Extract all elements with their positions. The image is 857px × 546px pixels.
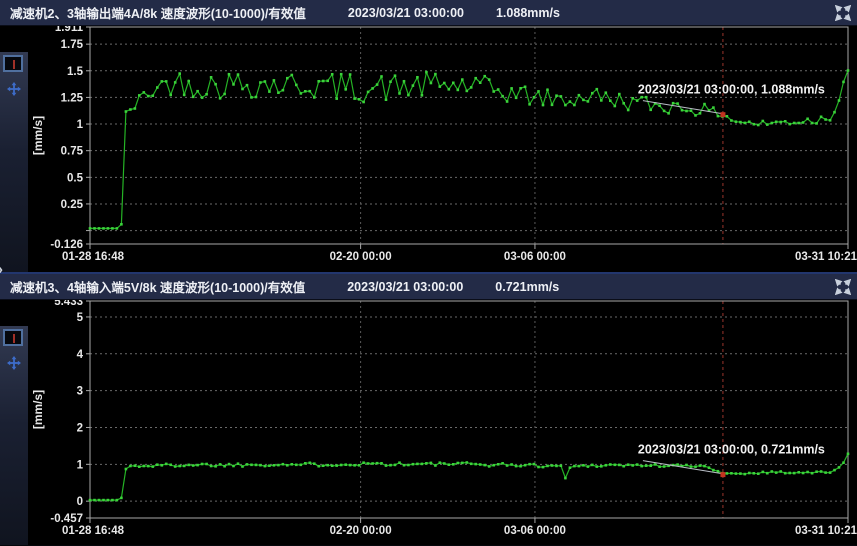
panel-header-2: 减速机3、4轴输入端5V/8k 速度波形(10-1000)/有效值 2023/0… xyxy=(0,274,857,300)
svg-text:01-28 16:48: 01-28 16:48 xyxy=(62,251,125,263)
svg-text:1.911: 1.911 xyxy=(55,26,84,34)
svg-text:0: 0 xyxy=(77,496,83,508)
chart-area-2: 5.433 5 4 3 2 1 0 -0.45701-28 16:48 02-20 00:00 0… xyxy=(0,300,857,545)
trend-chart[interactable]: 5.433 5 4 3 2 1 0 -0.45701-28 16:48 02-20 00:00 0… xyxy=(28,300,857,546)
chart-thumbnail-icon[interactable] xyxy=(3,329,23,346)
cursor-value: 1.088mm/s xyxy=(496,6,560,20)
expand-icon[interactable] xyxy=(835,5,851,21)
svg-text:4: 4 xyxy=(77,349,84,361)
cursor-datetime: 2023/03/21 03:00:00 xyxy=(348,6,464,20)
svg-text:02-20 00:00: 02-20 00:00 xyxy=(330,525,392,537)
channel-title: 减速机2、3轴输出端4A/8k 速度波形(10-1000)/有效值 xyxy=(10,3,306,22)
svg-text:-0.126: -0.126 xyxy=(50,239,83,251)
pan-move-icon[interactable] xyxy=(7,356,21,370)
svg-text:[mm/s]: [mm/s] xyxy=(31,116,45,155)
chart-thumbnail-icon[interactable] xyxy=(3,55,23,72)
trend-panel-1: 减速机2、3轴输出端4A/8k 速度波形(10-1000)/有效值 2023/0… xyxy=(0,0,857,272)
svg-text:02-20 00:00: 02-20 00:00 xyxy=(330,251,392,263)
channel-title: 减速机3、4轴输入端5V/8k 速度波形(10-1000)/有效值 xyxy=(10,277,305,296)
svg-text:[mm/s]: [mm/s] xyxy=(31,390,45,429)
svg-text:1.25: 1.25 xyxy=(61,92,84,104)
svg-text:0.25: 0.25 xyxy=(61,199,84,211)
svg-text:0.75: 0.75 xyxy=(61,146,84,158)
thumbnail-cursor-mark xyxy=(13,334,15,343)
svg-text:0.5: 0.5 xyxy=(67,172,84,184)
trend-panel-2: 减速机3、4轴输入端5V/8k 速度波形(10-1000)/有效值 2023/0… xyxy=(0,272,857,545)
trend-chart[interactable]: 1.911 1.75 1.5 1.25 1 0.75 0.5 0.25 -0.12601-28 … xyxy=(28,26,857,272)
svg-text:03-31 10:21: 03-31 10:21 xyxy=(795,251,857,263)
svg-text:2023/03/21 03:00:00, 0.721mm/s: 2023/03/21 03:00:00, 0.721mm/s xyxy=(638,443,825,457)
svg-text:2023/03/21 03:00:00, 1.088mm/s: 2023/03/21 03:00:00, 1.088mm/s xyxy=(638,83,825,97)
svg-text:1: 1 xyxy=(77,459,84,471)
vibration-monitor-app: { "icons": { "collapse_chevron": "›", "e… xyxy=(0,0,857,545)
chart-area-1: 1.911 1.75 1.5 1.25 1 0.75 0.5 0.25 -0.12601-28 … xyxy=(0,26,857,272)
svg-text:2: 2 xyxy=(77,422,83,434)
cursor-datetime: 2023/03/21 03:00:00 xyxy=(347,280,463,294)
expand-icon[interactable] xyxy=(835,279,851,295)
svg-text:03-06 00:00: 03-06 00:00 xyxy=(504,525,566,537)
svg-text:5: 5 xyxy=(77,312,84,324)
svg-text:1.5: 1.5 xyxy=(67,66,84,78)
pan-move-icon[interactable] xyxy=(7,82,21,96)
svg-text:01-28 16:48: 01-28 16:48 xyxy=(62,525,125,537)
cursor-value: 0.721mm/s xyxy=(495,280,559,294)
svg-text:3: 3 xyxy=(77,386,83,398)
svg-text:5.433: 5.433 xyxy=(54,300,83,308)
svg-text:-0.457: -0.457 xyxy=(50,513,83,525)
chart-toolbar-2 xyxy=(0,326,28,545)
thumbnail-cursor-mark xyxy=(13,60,15,69)
collapse-panel-icon[interactable]: › xyxy=(0,262,3,277)
svg-text:03-06 00:00: 03-06 00:00 xyxy=(504,251,566,263)
svg-text:03-31 10:21: 03-31 10:21 xyxy=(795,525,857,537)
chart-toolbar-1 xyxy=(0,52,28,272)
svg-text:1.75: 1.75 xyxy=(61,39,84,51)
panel-header-1: 减速机2、3轴输出端4A/8k 速度波形(10-1000)/有效值 2023/0… xyxy=(0,0,857,26)
svg-text:1: 1 xyxy=(77,119,84,131)
